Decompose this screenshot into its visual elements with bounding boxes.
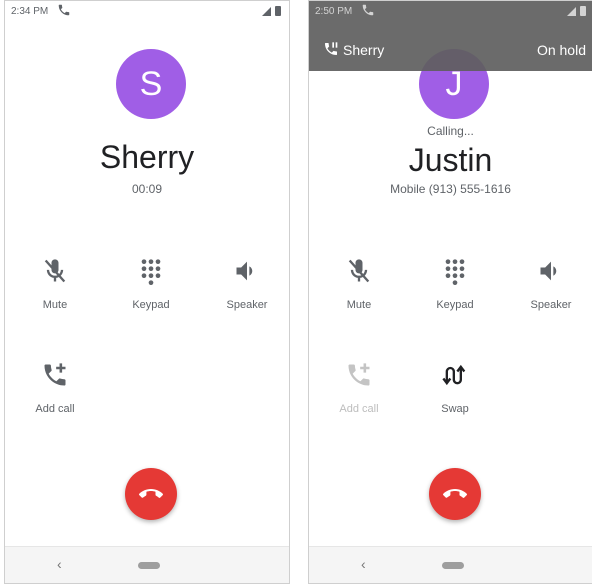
speaker-icon <box>540 261 557 281</box>
signal-battery-icon <box>567 6 586 16</box>
system-nav-bar: ‹ <box>309 546 592 583</box>
speaker-label: Speaker <box>226 299 268 311</box>
speaker-button[interactable]: Speaker <box>207 257 287 311</box>
caller-number: Mobile (913) 555-1616 <box>390 182 511 196</box>
phone-icon <box>58 4 70 16</box>
end-call-button[interactable] <box>125 468 177 520</box>
hold-status: On hold <box>536 42 586 58</box>
keypad-button[interactable]: Keypad <box>111 257 191 311</box>
call-state: Calling... <box>427 124 474 138</box>
end-call-icon <box>443 489 467 498</box>
keypad-icon <box>141 259 161 285</box>
call-duration: 00:09 <box>131 182 163 196</box>
end-call-icon <box>139 489 163 498</box>
held-caller-name: Sherry <box>343 42 385 58</box>
caller-name: Justin <box>408 142 493 178</box>
mute-label: Mute <box>42 299 68 311</box>
swap-label: Swap <box>441 403 469 415</box>
add-call-button[interactable]: Add call <box>319 361 399 415</box>
status-time: 2:34 PM <box>11 6 49 17</box>
keypad-label: Keypad <box>132 299 170 311</box>
nav-back-button[interactable]: ‹ <box>361 556 366 572</box>
system-nav-bar: ‹ <box>5 546 289 583</box>
end-call-button[interactable] <box>429 468 481 520</box>
mute-button[interactable]: Mute <box>319 257 399 311</box>
mute-icon <box>348 259 370 283</box>
nav-home-button[interactable] <box>442 562 464 569</box>
on-hold-banner[interactable]: 2:50 PM Sherry On hold <box>309 1 592 71</box>
add-call-label: Add call <box>339 403 379 415</box>
nav-home-button[interactable] <box>138 562 160 569</box>
mute-icon <box>44 259 66 283</box>
speaker-button[interactable]: Speaker <box>511 257 591 311</box>
speaker-icon <box>236 261 253 281</box>
status-time: 2:50 PM <box>315 6 353 17</box>
add-call-button[interactable]: Add call <box>15 361 95 415</box>
caller-avatar: S <box>116 49 186 119</box>
mute-label: Mute <box>346 299 372 311</box>
add-call-icon <box>348 363 370 386</box>
add-call-label: Add call <box>35 403 75 415</box>
call-hold-icon <box>325 42 338 55</box>
swap-button[interactable]: Swap <box>415 361 495 415</box>
add-call-icon <box>44 363 66 386</box>
swap-icon <box>442 364 466 386</box>
signal-battery-icon <box>262 6 281 16</box>
keypad-icon <box>445 259 465 285</box>
keypad-label: Keypad <box>436 299 474 311</box>
phone-icon <box>362 4 374 16</box>
speaker-label: Speaker <box>530 299 572 311</box>
call-screen-active: 2:34 PM S Sherry 00:09 Mute Keypad Speak… <box>4 0 290 584</box>
call-screen-second-call: J 2:50 PM Sherry On hold Calling... Just… <box>308 0 592 584</box>
status-bar: 2:34 PM <box>5 1 289 23</box>
mute-button[interactable]: Mute <box>15 257 95 311</box>
keypad-button[interactable]: Keypad <box>415 257 495 311</box>
caller-name: Sherry <box>99 139 195 175</box>
nav-back-button[interactable]: ‹ <box>57 556 62 572</box>
